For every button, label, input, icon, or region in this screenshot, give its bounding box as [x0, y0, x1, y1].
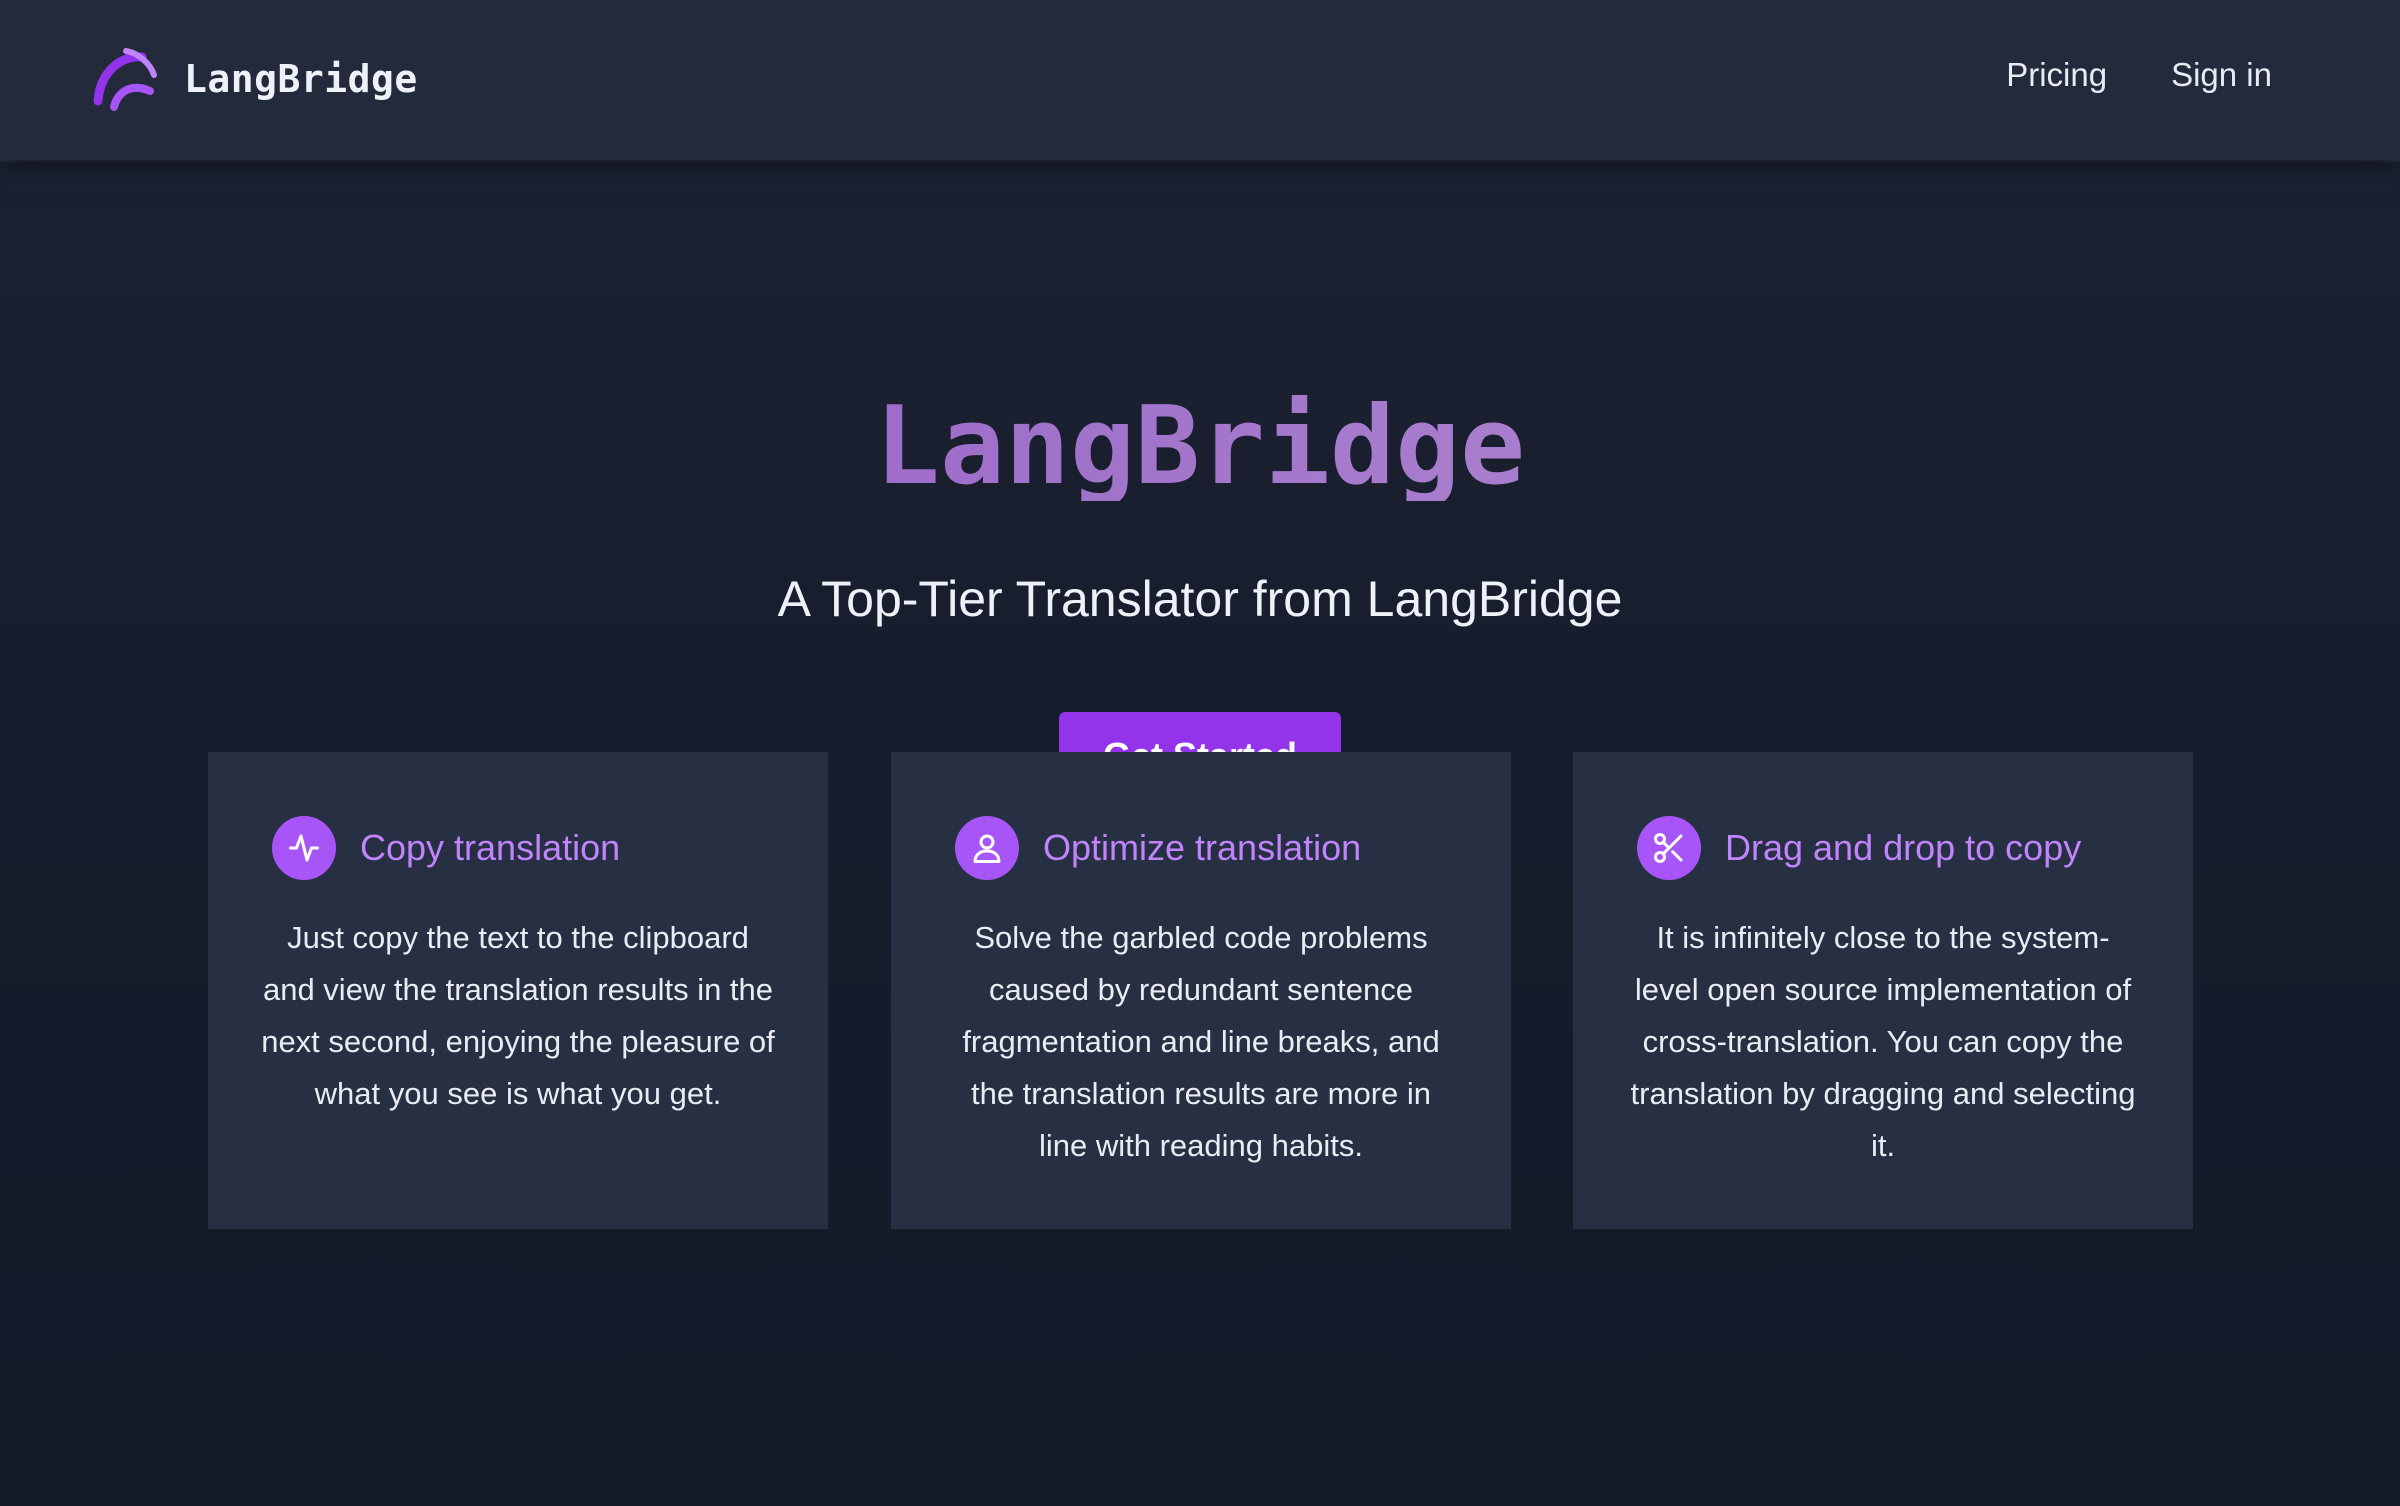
feature-card-header: Optimize translation [955, 816, 1361, 880]
feature-card-title: Optimize translation [1043, 827, 1362, 868]
brand-name: LangBridge [184, 57, 418, 101]
feature-card-drag-and-drop: Drag and drop to copy It is infinitely c… [1573, 752, 2193, 1229]
nav-link-pricing[interactable]: Pricing [2006, 56, 2107, 94]
activity-pulse-icon [272, 816, 336, 880]
feature-card-optimize-translation: Optimize translation Solve the garbled c… [891, 752, 1511, 1229]
feature-card-header: Drag and drop to copy [1637, 816, 2081, 880]
hero-subtitle: A Top-Tier Translator from LangBridge [777, 571, 1623, 627]
top-navbar: LangBridge Pricing Sign in [0, 0, 2400, 160]
user-icon [955, 816, 1019, 880]
hero-title: LangBridge [0, 393, 2400, 501]
langbridge-logo-icon [93, 48, 157, 111]
nav-links: Pricing Sign in [1942, 56, 2272, 94]
nav-link-sign-in[interactable]: Sign in [2171, 56, 2272, 94]
feature-card-title: Copy translation [360, 827, 621, 868]
brand-home-link[interactable]: LangBridge [92, 44, 418, 114]
scissors-icon [1637, 816, 1701, 880]
feature-card-description: Just copy the text to the clipboard and … [261, 920, 775, 1111]
feature-card-description: It is infinitely close to the system-lev… [1630, 920, 2136, 1163]
feature-card-header: Copy translation [272, 816, 620, 880]
feature-card-description: Solve the garbled code problems caused b… [962, 920, 1440, 1163]
feature-card-copy-translation: Copy translation Just copy the text to t… [208, 752, 828, 1229]
feature-card-title: Drag and drop to copy [1725, 827, 2082, 868]
